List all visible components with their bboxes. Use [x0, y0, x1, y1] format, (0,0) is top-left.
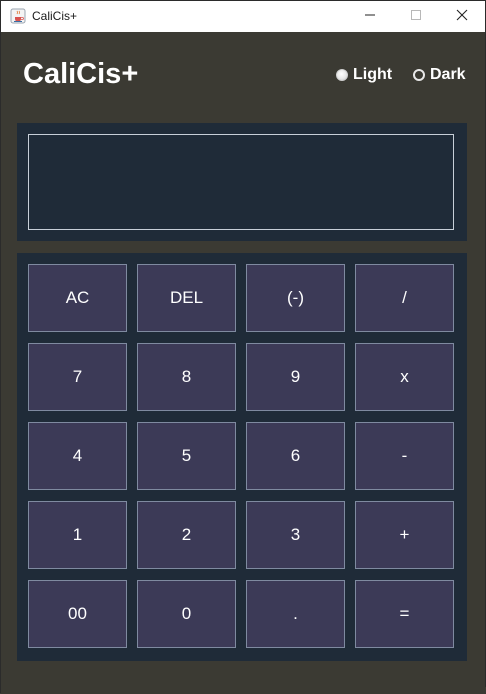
key-0-button[interactable]: 0	[137, 580, 236, 648]
calculator-window: CaliCis+ CaliCis+ Light Dark AC DEL (-) …	[0, 0, 486, 694]
close-icon	[456, 8, 468, 26]
key-2-button[interactable]: 2	[137, 501, 236, 569]
key-subtract-button[interactable]: -	[355, 422, 454, 490]
radio-unselected-icon	[413, 69, 425, 81]
key-clear-button[interactable]: AC	[28, 264, 127, 332]
key-5-button[interactable]: 5	[137, 422, 236, 490]
key-decimal-button[interactable]: .	[246, 580, 345, 648]
keypad-panel: AC DEL (-) / 7 8 9 x 4 5 6 - 1 2 3 + 00 …	[17, 253, 467, 661]
theme-radio-light[interactable]: Light	[336, 65, 392, 85]
key-6-button[interactable]: 6	[246, 422, 345, 490]
key-divide-button[interactable]: /	[355, 264, 454, 332]
key-8-button[interactable]: 8	[137, 343, 236, 411]
display-panel	[17, 123, 467, 241]
key-00-button[interactable]: 00	[28, 580, 127, 648]
maximize-icon	[410, 8, 422, 26]
maximize-button[interactable]	[393, 1, 439, 32]
key-negate-button[interactable]: (-)	[246, 264, 345, 332]
key-multiply-button[interactable]: x	[355, 343, 454, 411]
minimize-button[interactable]	[347, 1, 393, 32]
display-screen	[28, 134, 454, 230]
key-add-button[interactable]: +	[355, 501, 454, 569]
key-1-button[interactable]: 1	[28, 501, 127, 569]
window-title: CaliCis+	[32, 9, 78, 23]
minimize-icon	[364, 8, 376, 26]
key-9-button[interactable]: 9	[246, 343, 345, 411]
key-delete-button[interactable]: DEL	[137, 264, 236, 332]
theme-radio-label: Light	[353, 66, 393, 83]
theme-radio-dark[interactable]: Dark	[413, 65, 466, 85]
key-4-button[interactable]: 4	[28, 422, 127, 490]
title-bar[interactable]: CaliCis+	[1, 1, 485, 32]
key-equals-button[interactable]: =	[355, 580, 454, 648]
radio-selected-icon	[336, 69, 348, 81]
key-7-button[interactable]: 7	[28, 343, 127, 411]
close-button[interactable]	[439, 1, 485, 32]
java-cup-icon	[10, 8, 26, 24]
key-3-button[interactable]: 3	[246, 501, 345, 569]
app-title: CaliCis+	[23, 58, 139, 90]
theme-radio-label: Dark	[430, 66, 466, 83]
